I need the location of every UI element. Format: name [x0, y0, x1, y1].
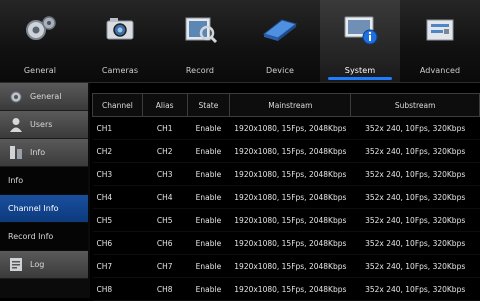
gear-icon: [26, 16, 56, 40]
cell-alias: CH8: [142, 277, 188, 301]
sidebar-item-label: Info: [8, 176, 24, 185]
cell-substream: 352x 240, 10Fps, 320Kbps: [350, 277, 480, 301]
sidebar-item-log[interactable]: Log: [0, 251, 88, 279]
channel-info-panel: Channel Alias State Mainstream Substream…: [92, 93, 480, 301]
cell-channel: CH6: [92, 231, 143, 255]
tab-cameras[interactable]: Cameras: [80, 0, 160, 82]
column-header-alias: Alias: [141, 93, 188, 117]
tab-record[interactable]: Record: [160, 0, 240, 82]
cell-channel: CH4: [92, 185, 143, 209]
cell-mainstream: 1920x1080, 15Fps, 2048Kbps: [229, 208, 351, 232]
user-icon: [10, 118, 22, 132]
camera-icon: [106, 18, 134, 40]
cell-channel: CH1: [92, 116, 143, 140]
cell-mainstream: 1920x1080, 15Fps, 2048Kbps: [229, 277, 351, 301]
cell-substream: 352x 240, 10Fps, 320Kbps: [350, 139, 480, 163]
cell-state: Enable: [187, 116, 230, 140]
cell-mainstream: 1920x1080, 15Fps, 2048Kbps: [229, 231, 351, 255]
sidebar: General Users Info Info Channel Info Rec…: [0, 83, 90, 298]
info-icon: [10, 146, 22, 159]
sidebar-item-label: Record Info: [8, 232, 54, 241]
cell-substream: 352x 240, 10Fps, 320Kbps: [350, 185, 480, 209]
tab-advanced[interactable]: Advanced: [400, 0, 480, 82]
tab-label: Device: [266, 66, 294, 75]
cell-alias: CH7: [142, 254, 188, 278]
sidebar-item-users[interactable]: Users: [0, 111, 88, 139]
cell-state: Enable: [187, 254, 230, 278]
system-info-icon: [344, 16, 378, 45]
table-row[interactable]: CH5 CH5 Enable 1920x1080, 15Fps, 2048Kbps 35…: [92, 208, 480, 232]
cell-mainstream: 1920x1080, 15Fps, 2048Kbps: [229, 254, 351, 278]
cell-mainstream: 1920x1080, 15Fps, 2048Kbps: [229, 116, 351, 140]
cell-alias: CH5: [142, 208, 188, 232]
tab-label: Cameras: [101, 66, 139, 75]
tab-device[interactable]: Device: [240, 0, 320, 82]
column-header-state: State: [186, 93, 231, 117]
table-row[interactable]: CH7 CH7 Enable 1920x1080, 15Fps, 2048Kbps 35…: [92, 254, 480, 278]
cell-state: Enable: [187, 208, 230, 232]
sidebar-subitem-channel-info[interactable]: Channel Info: [0, 195, 88, 222]
sidebar-item-info[interactable]: Info: [0, 139, 88, 167]
cell-channel: CH3: [92, 162, 143, 186]
cell-channel: CH5: [92, 208, 143, 232]
advanced-icon: [426, 19, 454, 41]
cell-substream: 352x 240, 10Fps, 320Kbps: [350, 116, 480, 140]
log-icon: [10, 258, 22, 271]
main-tab-bar: General Cameras Record Device System Adv…: [0, 0, 480, 83]
cell-state: Enable: [187, 277, 230, 301]
cell-channel: CH8: [92, 277, 143, 301]
tab-label: Advanced: [419, 66, 461, 75]
device-icon: [262, 19, 298, 41]
tab-label: System: [344, 66, 376, 75]
sidebar-item-label: Users: [30, 120, 53, 129]
cell-state: Enable: [187, 231, 230, 255]
cell-substream: 352x 240, 10Fps, 320Kbps: [350, 208, 480, 232]
record-icon: [185, 17, 218, 44]
table-row[interactable]: CH6 CH6 Enable 1920x1080, 15Fps, 2048Kbps 35…: [92, 231, 480, 255]
sidebar-item-label: Channel Info: [8, 204, 59, 213]
column-header-mainstream: Mainstream: [229, 93, 352, 117]
sidebar-item-label: Log: [30, 260, 45, 269]
table-row[interactable]: CH1 CH1 Enable 1920x1080, 15Fps, 2048Kbps 35…: [92, 116, 480, 140]
cell-mainstream: 1920x1080, 15Fps, 2048Kbps: [229, 139, 351, 163]
column-header-substream: Substream: [350, 93, 480, 117]
cell-mainstream: 1920x1080, 15Fps, 2048Kbps: [229, 185, 351, 209]
cell-channel: CH7: [92, 254, 143, 278]
cell-state: Enable: [187, 162, 230, 186]
cell-substream: 352x 240, 10Fps, 320Kbps: [350, 231, 480, 255]
sidebar-item-label: General: [30, 92, 62, 101]
cell-state: Enable: [187, 139, 230, 163]
cell-alias: CH4: [142, 185, 188, 209]
column-header-channel: Channel: [92, 93, 143, 117]
gear-icon: [10, 91, 22, 103]
cell-alias: CH6: [142, 231, 188, 255]
tab-label: General: [23, 66, 57, 75]
cell-alias: CH2: [142, 139, 188, 163]
table-header-row: Channel Alias State Mainstream Substream: [92, 93, 480, 117]
tab-system[interactable]: System: [320, 0, 400, 82]
tab-label: Record: [185, 66, 215, 75]
table-row[interactable]: CH3 CH3 Enable 1920x1080, 15Fps, 2048Kbps 35…: [92, 162, 480, 186]
cell-substream: 352x 240, 10Fps, 320Kbps: [350, 254, 480, 278]
table-row[interactable]: CH2 CH2 Enable 1920x1080, 15Fps, 2048Kbps 35…: [92, 139, 480, 163]
cell-mainstream: 1920x1080, 15Fps, 2048Kbps: [229, 162, 351, 186]
table-row[interactable]: CH4 CH4 Enable 1920x1080, 15Fps, 2048Kbps 35…: [92, 185, 480, 209]
cell-alias: CH3: [142, 162, 188, 186]
table-row[interactable]: CH8 CH8 Enable 1920x1080, 15Fps, 2048Kbps 35…: [92, 277, 480, 301]
cell-substream: 352x 240, 10Fps, 320Kbps: [350, 162, 480, 186]
cell-alias: CH1: [142, 116, 188, 140]
cell-channel: CH2: [92, 139, 143, 163]
sidebar-item-label: Info: [30, 148, 46, 157]
active-tab-indicator: [328, 77, 392, 80]
sidebar-subitem-record-info[interactable]: Record Info: [0, 223, 88, 250]
sidebar-subitem-info[interactable]: Info: [0, 167, 88, 194]
tab-general[interactable]: General: [0, 0, 80, 82]
channel-info-table: Channel Alias State Mainstream Substream…: [92, 93, 480, 301]
sidebar-item-general[interactable]: General: [0, 83, 88, 111]
cell-state: Enable: [187, 185, 230, 209]
